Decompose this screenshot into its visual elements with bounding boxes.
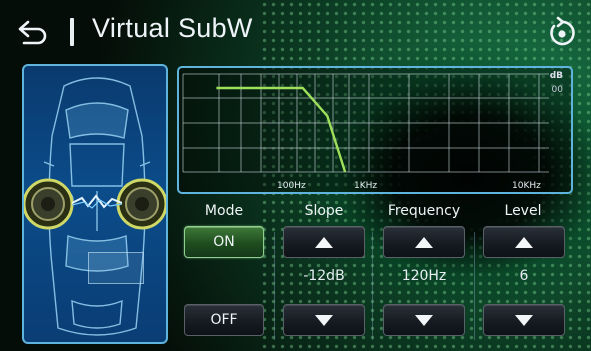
level-down-button[interactable]	[483, 304, 565, 336]
column-divider	[474, 232, 475, 340]
arrow-down-icon	[415, 314, 433, 326]
arrow-up-icon	[515, 236, 533, 248]
frequency-up-button[interactable]	[383, 226, 465, 258]
frequency-response-plot	[182, 73, 549, 173]
db-axis-value: 00	[551, 85, 563, 95]
subwoofer-box	[88, 252, 144, 284]
mode-on-label: ON	[213, 234, 235, 250]
frequency-down-button[interactable]	[383, 304, 465, 336]
frequency-value: 120Hz	[401, 268, 447, 284]
mode-on-button[interactable]: ON	[184, 226, 264, 258]
db-axis-label: dB	[549, 71, 563, 81]
page-title: Virtual SubW	[92, 13, 253, 43]
slope-label: Slope	[304, 203, 344, 219]
mode-off-button[interactable]: OFF	[184, 304, 264, 336]
slope-up-button[interactable]	[283, 226, 365, 258]
reset-button[interactable]	[545, 16, 579, 50]
reset-icon	[550, 16, 575, 46]
arrow-up-icon	[315, 236, 333, 248]
mode-label: Mode	[204, 203, 244, 219]
arrow-down-icon	[315, 314, 333, 326]
header-separator	[70, 18, 74, 46]
slope-down-button[interactable]	[283, 304, 365, 336]
back-arrow-icon	[18, 20, 47, 45]
level-label: Level	[504, 203, 542, 219]
xtick-10khz: 10KHz	[512, 181, 541, 191]
column-divider	[372, 232, 373, 340]
xtick-1khz: 1KHz	[354, 181, 378, 191]
column-divider	[274, 232, 275, 340]
xtick-100hz: 100Hz	[277, 181, 306, 191]
mode-off-label: OFF	[210, 312, 238, 328]
frequency-label: Frequency	[387, 203, 461, 219]
response-curve	[216, 86, 347, 173]
crossover-graph: dB 00 100Hz 1KHz 10KHz	[177, 66, 573, 194]
header: Virtual SubW	[0, 10, 591, 54]
level-up-button[interactable]	[483, 226, 565, 258]
car-diagram-panel	[22, 64, 168, 344]
back-button[interactable]	[14, 16, 50, 48]
level-value: 6	[519, 268, 529, 284]
speaker-left-icon	[24, 178, 74, 230]
speaker-right-icon	[116, 178, 166, 230]
signal-wave-icon	[72, 194, 122, 209]
arrow-up-icon	[415, 236, 433, 248]
arrow-down-icon	[515, 314, 533, 326]
slope-value: -12dB	[303, 268, 345, 284]
